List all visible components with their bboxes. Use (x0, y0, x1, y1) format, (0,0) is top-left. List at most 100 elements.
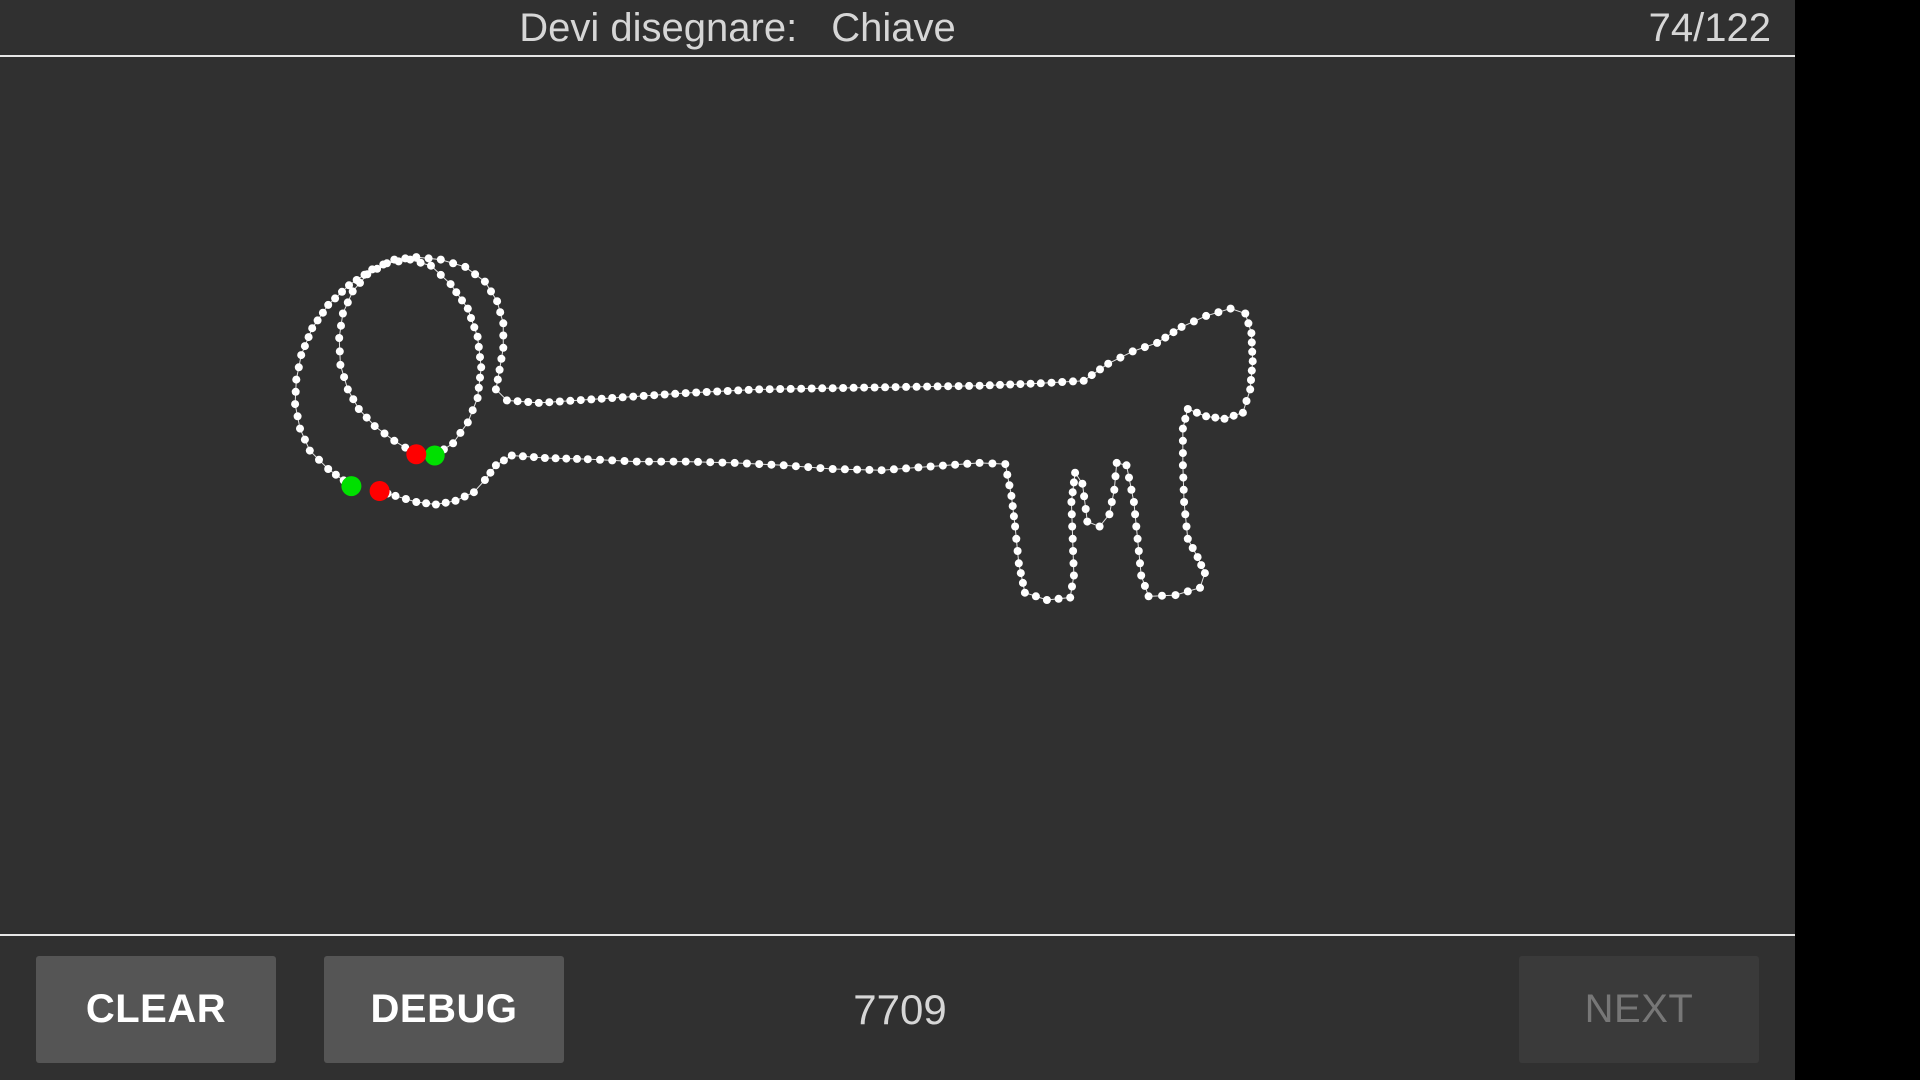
debug-button[interactable]: DEBUG (324, 956, 564, 1063)
clear-button[interactable]: CLEAR (36, 956, 276, 1063)
stroke-point (1181, 414, 1190, 423)
stroke-point (499, 331, 508, 340)
stroke-point (597, 394, 606, 403)
stroke-point (807, 384, 816, 393)
stroke-point (865, 465, 874, 474)
stroke-point (791, 462, 800, 471)
stroke-point (1008, 502, 1017, 511)
stroke-point (424, 254, 433, 263)
stroke-point (324, 465, 333, 473)
stroke-point (891, 383, 900, 392)
stroke-point (881, 383, 890, 392)
drawing-surface[interactable] (0, 57, 1795, 934)
stroke-point (1140, 581, 1149, 590)
stroke-point (545, 398, 554, 407)
stroke-point (742, 459, 751, 468)
stroke-point (470, 323, 479, 332)
stroke-point (926, 462, 935, 471)
stroke-point (1042, 596, 1051, 604)
stroke-point (1083, 517, 1092, 526)
stroke-point (1238, 408, 1247, 417)
stroke-end-point (369, 481, 390, 501)
stroke-point (828, 384, 837, 393)
stroke-point (1068, 522, 1077, 531)
stroke-point (657, 457, 666, 466)
stroke-point (1087, 371, 1096, 380)
stroke-point (343, 385, 352, 394)
stroke-point (1071, 468, 1080, 477)
stroke-point (1069, 571, 1078, 580)
stroke-point (1096, 365, 1104, 374)
stroke-point (573, 454, 581, 463)
stroke-point (1133, 534, 1142, 543)
stroke-point (436, 270, 445, 279)
stroke-point (391, 491, 400, 500)
stroke-point (1026, 379, 1035, 388)
stroke-point (1020, 588, 1029, 597)
next-button[interactable]: NEXT (1519, 956, 1759, 1063)
stroke-point (422, 499, 431, 508)
footer-bar: CLEAR DEBUG 7709 NEXT (0, 934, 1795, 1080)
stroke-point (1067, 498, 1076, 506)
stroke-point (476, 353, 484, 362)
stroke-point (1112, 458, 1121, 467)
stroke-end-point (406, 444, 427, 465)
stroke-point (1196, 583, 1204, 592)
header-bar: Devi disegnare: Chiave 74/122 (0, 0, 1795, 57)
stroke-point (1247, 329, 1256, 338)
stroke-point (1009, 512, 1018, 521)
stroke-point (452, 288, 461, 297)
stroke-point (902, 464, 911, 473)
stroke-point (744, 385, 753, 394)
stroke-point (356, 278, 364, 287)
stroke-point (681, 389, 690, 398)
stroke-point (944, 382, 953, 391)
stroke-point (877, 466, 886, 475)
stroke-point (343, 298, 352, 307)
stroke-point (1244, 319, 1253, 328)
stroke-point (293, 412, 302, 421)
drawing-canvas[interactable] (0, 57, 1795, 934)
stroke-point (382, 259, 391, 268)
stroke-point (914, 463, 923, 472)
stroke-point (474, 383, 483, 392)
stroke-point (818, 384, 827, 393)
stroke-point (305, 446, 314, 455)
stroke-point (1188, 544, 1197, 552)
stroke-point (467, 314, 475, 322)
stroke-point (1067, 510, 1076, 519)
stroke-point (1129, 498, 1138, 506)
stroke-point (451, 496, 460, 505)
stroke-point (493, 375, 502, 384)
stroke-point (629, 392, 638, 401)
stroke-point (1095, 522, 1104, 531)
stroke-point (1104, 359, 1113, 368)
stroke-point (496, 308, 505, 317)
stroke-point (1054, 594, 1063, 603)
stroke-point (1007, 491, 1016, 500)
stroke-point (797, 384, 806, 393)
stroke-point (985, 381, 994, 390)
stroke-point (1137, 571, 1146, 580)
stroke-point (335, 347, 344, 356)
stroke-point (291, 387, 300, 396)
stroke-point (596, 455, 604, 464)
score-value: 7709 (853, 985, 947, 1033)
stroke-point (1178, 424, 1187, 433)
stroke-point (786, 384, 795, 393)
stroke-point (337, 321, 345, 330)
stroke-point (436, 255, 445, 264)
stroke-point (373, 264, 382, 273)
stroke-point (401, 495, 410, 503)
stroke-point (1081, 505, 1090, 513)
stroke-point (632, 457, 641, 466)
stroke-point (331, 470, 340, 479)
target-word: Chiave (831, 6, 956, 50)
stroke-point (1069, 559, 1078, 568)
stroke-point (463, 304, 472, 313)
stroke-point (1116, 353, 1125, 362)
stroke-point (860, 383, 869, 392)
stroke-point (767, 460, 776, 469)
stroke-point (1110, 485, 1119, 494)
stroke-point (474, 342, 483, 351)
